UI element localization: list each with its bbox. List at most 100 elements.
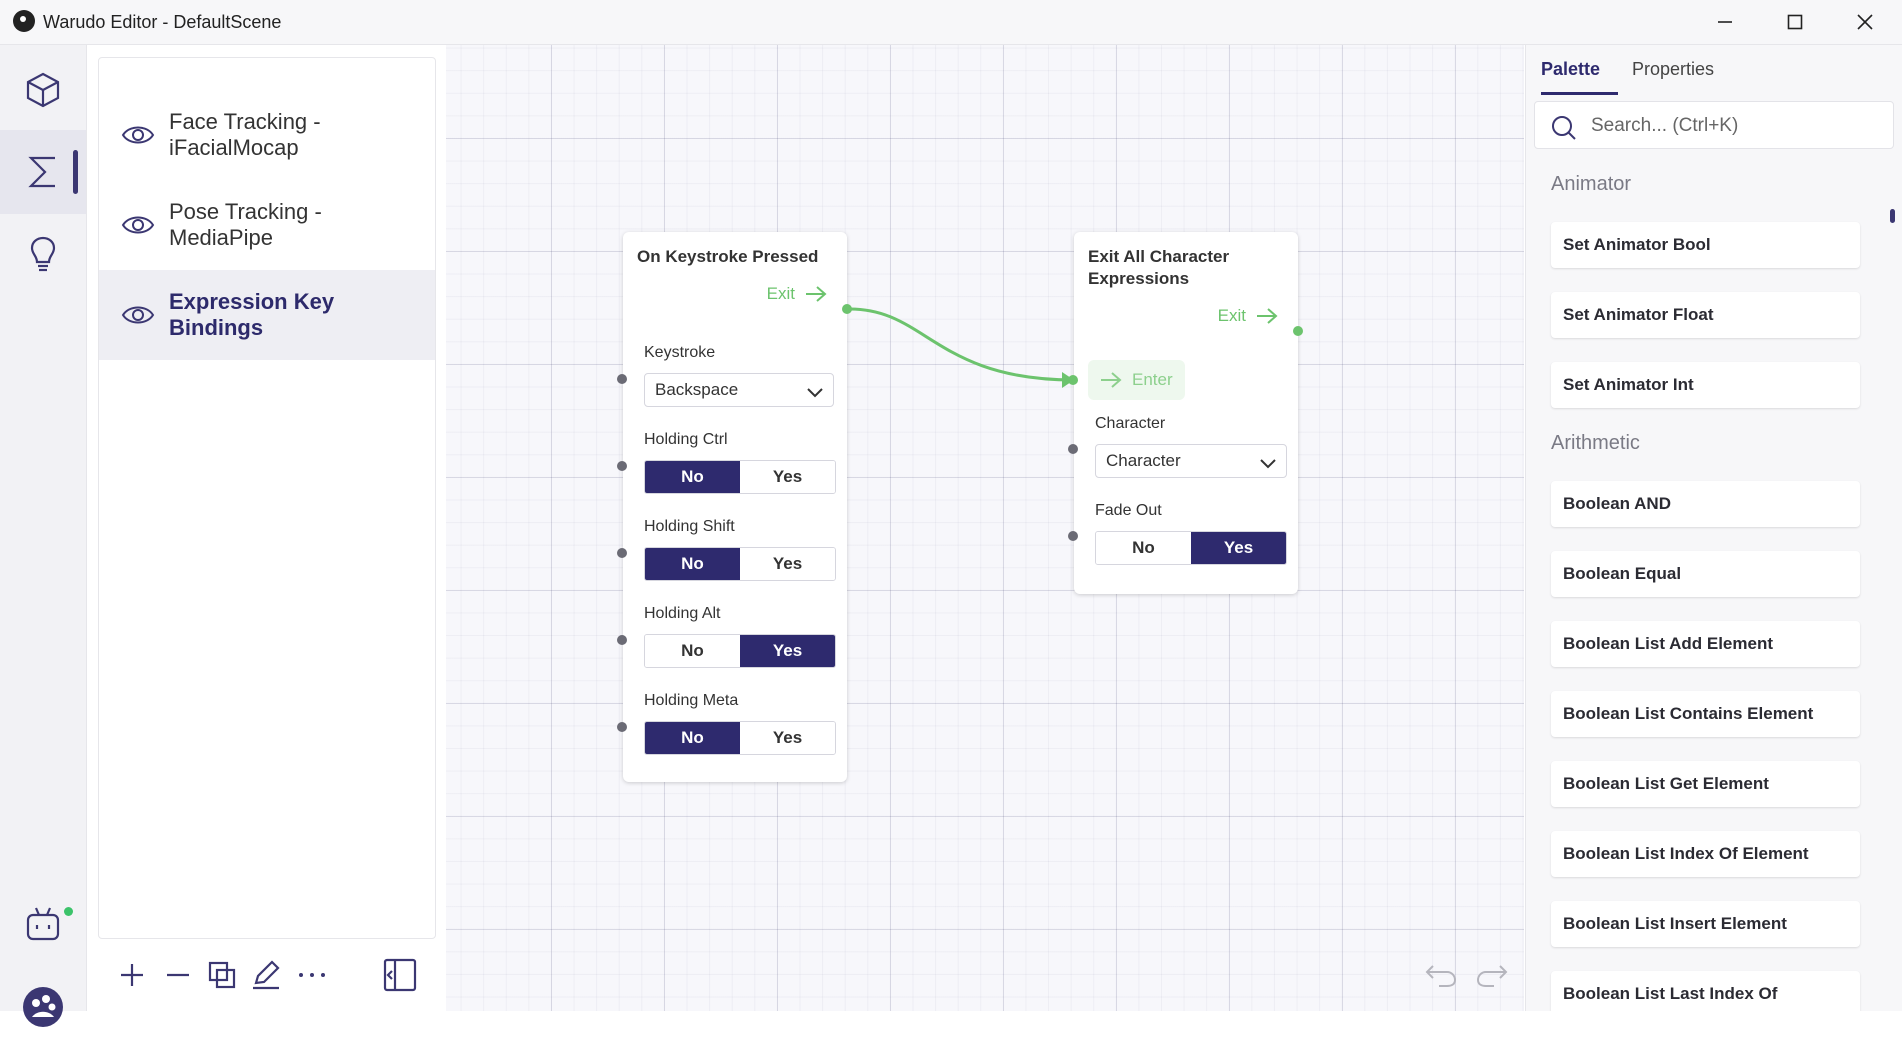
status-dot bbox=[64, 907, 73, 916]
arrow-right-icon bbox=[1257, 308, 1278, 324]
palette-item-boolean-equal[interactable]: Boolean Equal bbox=[1551, 551, 1860, 597]
arrow-right-icon bbox=[806, 286, 827, 302]
blueprint-canvas[interactable]: On Keystroke Pressed Exit Keystroke Back… bbox=[446, 45, 1524, 1011]
collapse-panel-button[interactable] bbox=[380, 955, 420, 995]
rename-button[interactable] bbox=[246, 955, 286, 995]
more-button[interactable] bbox=[292, 955, 332, 995]
lightbulb-icon bbox=[30, 236, 56, 272]
eye-icon[interactable] bbox=[121, 118, 155, 157]
palette-item-boolean-list-contains-element[interactable]: Boolean List Contains Element bbox=[1551, 691, 1860, 737]
blueprint-item-expression-key-bindings[interactable]: Expression Key Bindings bbox=[99, 270, 435, 360]
palette-item-boolean-list-last-index-of[interactable]: Boolean List Last Index Of bbox=[1551, 971, 1860, 1011]
section-animator: Animator bbox=[1551, 173, 1632, 195]
duplicate-button[interactable] bbox=[202, 955, 242, 995]
toggle-no-option[interactable]: No bbox=[645, 635, 740, 667]
undo-button[interactable] bbox=[1421, 955, 1461, 995]
palette-item-boolean-list-insert-element[interactable]: Boolean List Insert Element bbox=[1551, 901, 1860, 947]
add-button[interactable] bbox=[112, 955, 152, 995]
keystroke-value: Backspace bbox=[655, 380, 739, 399]
search-icon bbox=[1552, 116, 1576, 140]
palette-item-boolean-and[interactable]: Boolean AND bbox=[1551, 481, 1860, 527]
fade-out-input-dot[interactable] bbox=[1068, 531, 1078, 541]
character-input-dot[interactable] bbox=[1068, 444, 1078, 454]
holding-ctrl-toggle[interactable]: No Yes bbox=[644, 460, 836, 494]
holding-alt-label: Holding Alt bbox=[644, 605, 721, 622]
chevron-down-icon bbox=[1260, 455, 1276, 475]
exit-port[interactable]: Exit bbox=[1218, 306, 1278, 326]
blueprint-label: Face Tracking - iFacialMocap bbox=[169, 109, 321, 160]
exit-port-dot[interactable] bbox=[842, 304, 852, 314]
exit-port[interactable]: Exit bbox=[767, 284, 827, 304]
holding-meta-toggle[interactable]: No Yes bbox=[644, 721, 836, 755]
character-value: Character bbox=[1106, 451, 1181, 470]
blueprint-item-face-tracking[interactable]: Face Tracking - iFacialMocap bbox=[99, 90, 435, 180]
toggle-no-option[interactable]: No bbox=[645, 722, 740, 754]
toggle-no-option[interactable]: No bbox=[645, 548, 740, 580]
chevron-down-icon bbox=[807, 384, 823, 404]
blueprint-item-pose-tracking[interactable]: Pose Tracking - MediaPipe bbox=[99, 180, 435, 270]
exit-label: Exit bbox=[766, 284, 795, 303]
rail-active-indicator bbox=[73, 150, 78, 194]
rail-item-about[interactable] bbox=[0, 965, 86, 1049]
fade-out-toggle[interactable]: No Yes bbox=[1095, 531, 1287, 565]
rail-item-tips[interactable] bbox=[0, 212, 86, 296]
maximize-icon bbox=[1787, 14, 1803, 30]
arrow-right-icon bbox=[1101, 372, 1122, 388]
toggle-yes-option[interactable]: Yes bbox=[1191, 532, 1286, 564]
edit-icon bbox=[253, 960, 280, 990]
palette-item-boolean-list-index-of-element[interactable]: Boolean List Index Of Element bbox=[1551, 831, 1860, 877]
holding-ctrl-input-dot[interactable] bbox=[617, 461, 627, 471]
toggle-yes-option[interactable]: Yes bbox=[740, 548, 835, 580]
sigma-icon bbox=[28, 156, 55, 188]
palette-item-boolean-list-get-element[interactable]: Boolean List Get Element bbox=[1551, 761, 1860, 807]
search-box[interactable] bbox=[1534, 101, 1894, 149]
minimize-button[interactable] bbox=[1690, 0, 1760, 44]
holding-alt-toggle[interactable]: No Yes bbox=[644, 634, 836, 668]
toggle-yes-option[interactable]: Yes bbox=[740, 461, 835, 493]
rail-item-blueprints[interactable] bbox=[0, 130, 86, 214]
toggle-yes-option[interactable]: Yes bbox=[740, 722, 835, 754]
tab-palette[interactable]: Palette bbox=[1541, 59, 1600, 80]
holding-shift-input-dot[interactable] bbox=[617, 548, 627, 558]
palette-item-set-animator-float[interactable]: Set Animator Float bbox=[1551, 292, 1860, 338]
enter-port-dot[interactable] bbox=[1068, 375, 1078, 385]
toggle-yes-option[interactable]: Yes bbox=[740, 635, 835, 667]
holding-meta-label: Holding Meta bbox=[644, 692, 739, 709]
exit-port-dot[interactable] bbox=[1293, 326, 1303, 336]
keystroke-select[interactable]: Backspace bbox=[644, 373, 834, 407]
enter-port[interactable]: Enter bbox=[1088, 360, 1185, 400]
toggle-no-option[interactable]: No bbox=[645, 461, 740, 493]
palette-panel: Palette Properties Animator Set Animator… bbox=[1525, 45, 1902, 1011]
holding-shift-toggle[interactable]: No Yes bbox=[644, 547, 836, 581]
holding-alt-input-dot[interactable] bbox=[617, 635, 627, 645]
redo-button[interactable] bbox=[1472, 955, 1512, 995]
node-exit-all-character-expressions[interactable]: Exit All Character Expressions Exit Ente… bbox=[1068, 232, 1303, 594]
collapse-panel-icon bbox=[383, 958, 417, 992]
eye-icon[interactable] bbox=[121, 298, 155, 337]
close-window-button[interactable] bbox=[1830, 0, 1900, 44]
palette-item-set-animator-bool[interactable]: Set Animator Bool bbox=[1551, 222, 1860, 268]
palette-item-set-animator-int[interactable]: Set Animator Int bbox=[1551, 362, 1860, 408]
icon-rail bbox=[0, 45, 87, 1027]
search-input[interactable] bbox=[1589, 112, 1883, 140]
remove-button[interactable] bbox=[158, 955, 198, 995]
exit-label: Exit bbox=[1217, 306, 1246, 325]
toggle-no-option[interactable]: No bbox=[1096, 532, 1191, 564]
node-title: Exit All Character Expressions bbox=[1088, 247, 1230, 288]
character-select[interactable]: Character bbox=[1095, 444, 1287, 478]
tab-properties[interactable]: Properties bbox=[1632, 59, 1714, 80]
holding-meta-input-dot[interactable] bbox=[617, 722, 627, 732]
maximize-button[interactable] bbox=[1760, 0, 1830, 44]
fade-out-label: Fade Out bbox=[1095, 502, 1162, 519]
node-title: On Keystroke Pressed bbox=[637, 247, 819, 266]
node-on-keystroke-pressed[interactable]: On Keystroke Pressed Exit Keystroke Back… bbox=[617, 232, 852, 782]
blueprint-label: Expression Key Bindings bbox=[169, 289, 335, 340]
palette-item-boolean-list-add-element[interactable]: Boolean List Add Element bbox=[1551, 621, 1860, 667]
eye-icon[interactable] bbox=[121, 208, 155, 247]
bot-icon bbox=[26, 907, 60, 941]
connection-wire bbox=[849, 307, 1075, 388]
panel-tabs: Palette Properties bbox=[1526, 45, 1902, 95]
rail-item-bot[interactable] bbox=[0, 882, 86, 966]
keystroke-input-dot[interactable] bbox=[617, 374, 627, 384]
rail-item-scene[interactable] bbox=[0, 48, 86, 132]
